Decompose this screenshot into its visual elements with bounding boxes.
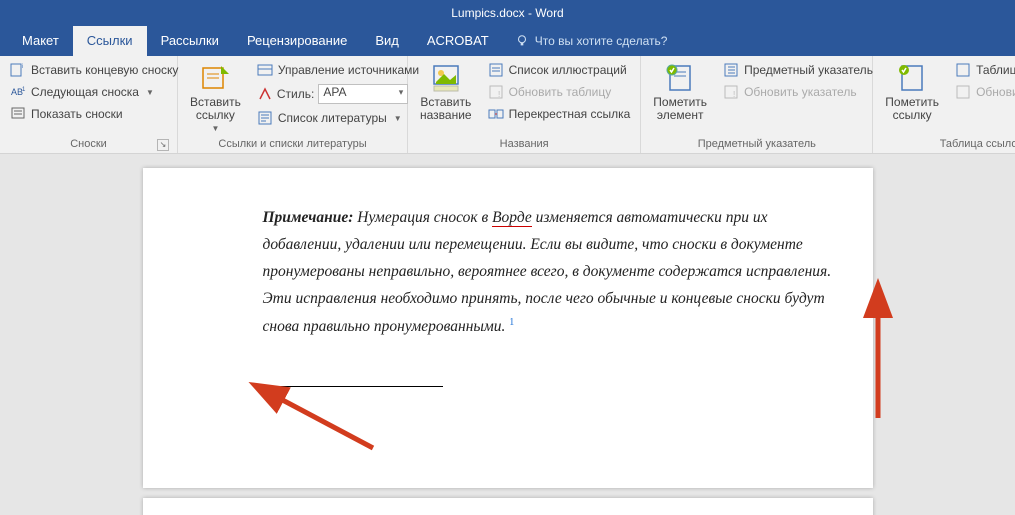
svg-text:!: ! xyxy=(733,90,735,99)
chevron-down-icon: ▼ xyxy=(146,88,154,97)
mark-citation-button[interactable]: Пометить ссылку xyxy=(879,60,945,124)
tab-view[interactable]: Вид xyxy=(361,26,413,56)
tab-references[interactable]: Ссылки xyxy=(73,26,147,56)
toa-icon xyxy=(955,62,971,78)
index-icon xyxy=(723,62,739,78)
endnote-icon: i xyxy=(10,62,26,78)
ribbon: i Вставить концевую сноску AB1 Следующая… xyxy=(0,56,1015,154)
group-index: Пометить элемент Предметный указатель ! … xyxy=(641,56,873,153)
footnote-reference[interactable]: 1 xyxy=(509,316,514,327)
citation-style-select[interactable]: APA xyxy=(318,84,408,104)
update-index-icon: ! xyxy=(723,84,739,100)
show-notes-button[interactable]: Показать сноски xyxy=(6,104,171,124)
annotation-arrow-left xyxy=(263,388,383,461)
update-toa-button: Обновить таблицу xyxy=(951,82,1015,102)
group-captions: Вставить название Список иллюстраций ! О… xyxy=(408,56,641,153)
note-paragraph[interactable]: Примечание: Нумерация сносок в Ворде изм… xyxy=(263,204,833,340)
insert-caption-icon xyxy=(430,62,462,94)
group-footnotes: i Вставить концевую сноску AB1 Следующая… xyxy=(0,56,178,153)
window-title: Lumpics.docx - Word xyxy=(451,6,563,20)
update-icon: ! xyxy=(488,84,504,100)
citation-style-row: Стиль: APA xyxy=(253,82,423,106)
tab-mailings[interactable]: Рассылки xyxy=(147,26,233,56)
table-of-figures-button[interactable]: Список иллюстраций xyxy=(484,60,635,80)
lightbulb-icon xyxy=(515,34,529,48)
mark-entry-icon xyxy=(664,62,696,94)
group-label-citations: Ссылки и списки литературы xyxy=(184,136,401,153)
mark-citation-icon xyxy=(896,62,928,94)
bibliography-button[interactable]: Список литературы ▼ xyxy=(253,108,423,128)
update-table-button: ! Обновить таблицу xyxy=(484,82,635,102)
tof-icon xyxy=(488,62,504,78)
tab-review[interactable]: Рецензирование xyxy=(233,26,361,56)
footnote-marker[interactable]: 1 xyxy=(263,389,833,399)
svg-text:!: ! xyxy=(498,90,500,99)
document-page[interactable]: Примечание: Нумерация сносок в Ворде изм… xyxy=(143,168,873,488)
note-word-link: Ворде xyxy=(492,209,532,227)
group-toa: Пометить ссылку Таблица ссылок Обновить … xyxy=(873,56,1015,153)
insert-citation-button[interactable]: Вставить ссылку ▼ xyxy=(184,60,247,135)
ribbon-tabstrip: Макет Ссылки Рассылки Рецензирование Вид… xyxy=(0,26,1015,56)
group-label-index: Предметный указатель xyxy=(647,136,866,153)
bibliography-icon xyxy=(257,110,273,126)
footnote-separator xyxy=(263,386,443,387)
tab-acrobat[interactable]: ACROBAT xyxy=(413,26,503,56)
next-footnote-icon: AB1 xyxy=(10,84,26,100)
tab-layout[interactable]: Макет xyxy=(8,26,73,56)
show-notes-icon xyxy=(10,106,26,122)
insert-citation-icon xyxy=(199,62,231,94)
cross-reference-button[interactable]: Перекрестная ссылка xyxy=(484,104,635,124)
document-area[interactable]: Примечание: Нумерация сносок в Ворде изм… xyxy=(0,154,1015,515)
note-text-1: Нумерация сносок в xyxy=(357,209,492,226)
chevron-down-icon: ▼ xyxy=(394,114,402,123)
manage-sources-icon xyxy=(257,62,273,78)
update-toa-icon xyxy=(955,84,971,100)
update-index-button: ! Обновить указатель xyxy=(719,82,877,102)
svg-text:i: i xyxy=(22,64,23,70)
crossref-icon xyxy=(488,106,504,122)
insert-endnote-button[interactable]: i Вставить концевую сноску xyxy=(6,60,171,80)
group-citations: Вставить ссылку ▼ Управление источниками… xyxy=(178,56,408,153)
title-bar: Lumpics.docx - Word xyxy=(0,0,1015,26)
tellme-placeholder: Что вы хотите сделать? xyxy=(535,34,668,48)
note-text-2: изменяется автоматически при их добавлен… xyxy=(263,209,832,335)
insert-caption-button[interactable]: Вставить название xyxy=(414,60,478,124)
document-page-next[interactable] xyxy=(143,498,873,515)
tellme-search[interactable]: Что вы хотите сделать? xyxy=(515,34,668,48)
group-label-footnotes: Сноски ↘ xyxy=(6,136,171,153)
note-label: Примечание: xyxy=(263,209,354,226)
insert-index-button[interactable]: Предметный указатель xyxy=(719,60,877,80)
dialog-launcher-icon[interactable]: ↘ xyxy=(157,139,169,151)
style-icon xyxy=(257,86,273,102)
svg-text:1: 1 xyxy=(22,87,26,93)
manage-sources-button[interactable]: Управление источниками xyxy=(253,60,423,80)
insert-toa-button[interactable]: Таблица ссылок xyxy=(951,60,1015,80)
mark-entry-button[interactable]: Пометить элемент xyxy=(647,60,713,124)
chevron-down-icon: ▼ xyxy=(211,124,219,133)
annotation-arrow-right xyxy=(853,298,903,431)
group-label-captions: Названия xyxy=(414,136,634,153)
group-label-toa: Таблица ссылок xyxy=(879,136,1015,153)
next-footnote-button[interactable]: AB1 Следующая сноска ▼ xyxy=(6,82,171,102)
